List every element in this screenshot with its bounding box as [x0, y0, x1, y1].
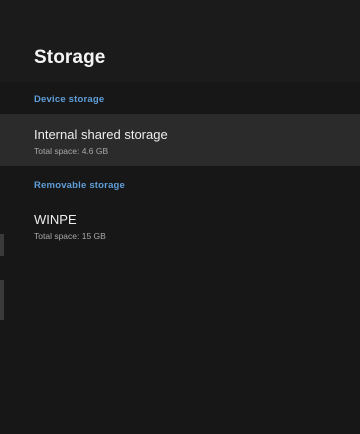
page-title: Storage — [34, 47, 106, 68]
section-header-removable-storage: Removable storage — [34, 180, 126, 191]
storage-item-internal-shared[interactable]: Internal shared storage Total space: 4.6… — [0, 114, 360, 166]
storage-item-subtitle: Total space: 15 GB — [34, 231, 106, 241]
storage-settings-screen: Storage Device storage Internal shared s… — [0, 0, 360, 434]
left-edge-indicator — [0, 234, 4, 256]
left-edge-indicator — [0, 280, 4, 320]
section-header-device-storage: Device storage — [34, 94, 105, 105]
header-bar: Storage — [0, 0, 360, 82]
storage-item-title: WINPE — [34, 212, 77, 227]
storage-item-subtitle: Total space: 4.6 GB — [34, 146, 109, 156]
storage-item-winpe[interactable]: WINPE Total space: 15 GB — [0, 198, 360, 254]
storage-item-title: Internal shared storage — [34, 127, 168, 142]
